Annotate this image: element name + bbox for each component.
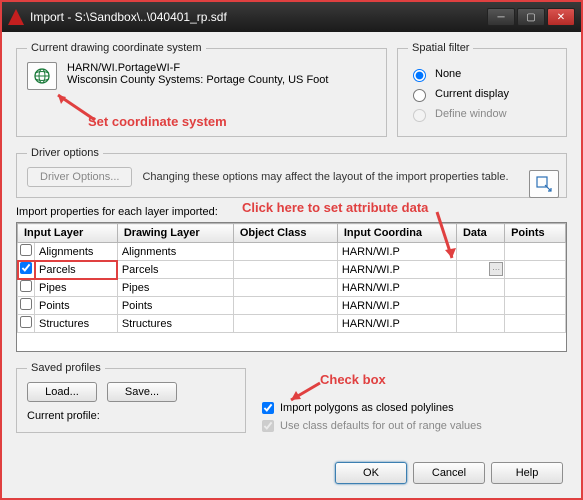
cell-data[interactable]	[456, 243, 504, 261]
driver-options-button: Driver Options...	[27, 167, 132, 187]
cell-object-class[interactable]	[233, 279, 337, 297]
col-object-class[interactable]: Object Class	[233, 224, 337, 243]
layer-checkbox[interactable]	[20, 262, 32, 274]
col-drawing-layer[interactable]: Drawing Layer	[117, 224, 233, 243]
table-row[interactable]: PipesPipes HARN/WI.P	[18, 279, 566, 297]
layer-table: Input Layer Drawing Layer Object Class I…	[16, 222, 567, 352]
layer-checkbox[interactable]	[20, 244, 32, 256]
saved-profiles-legend: Saved profiles	[27, 362, 105, 374]
table-row[interactable]: StructuresStructures HARN/WI.P	[18, 315, 566, 333]
cell-input-layer[interactable]: Pipes	[35, 279, 118, 297]
class-defaults-label: Use class defaults for out of range valu…	[280, 420, 482, 432]
maximize-button[interactable]: ▢	[517, 8, 545, 26]
col-input-coord[interactable]: Input Coordina	[337, 224, 456, 243]
cell-input-layer[interactable]: Alignments	[35, 243, 118, 261]
table-row[interactable]: PointsPoints HARN/WI.P	[18, 297, 566, 315]
cell-input-coord[interactable]: HARN/WI.P	[337, 297, 456, 315]
window-title: Import - S:\Sandbox\..\040401_rp.sdf	[30, 10, 487, 24]
spatial-current-radio[interactable]	[413, 89, 426, 102]
current-profile-label: Current profile:	[27, 410, 100, 422]
saved-profiles-group: Saved profiles Load... Save... Current p…	[16, 362, 246, 433]
import-polygons-checkbox[interactable]	[262, 402, 274, 414]
globe-icon	[33, 67, 51, 85]
coordinate-system-description: Wisconsin County Systems: Portage County…	[67, 74, 328, 86]
cell-points[interactable]	[505, 297, 566, 315]
selection-window-icon	[535, 175, 553, 193]
col-data[interactable]: Data	[456, 224, 504, 243]
table-row[interactable]: ParcelsParcels HARN/WI.P ⋯	[18, 261, 566, 279]
coordinate-system-code: HARN/WI.PortageWI-F	[67, 62, 328, 74]
cell-object-class[interactable]	[233, 243, 337, 261]
import-properties-label: Import properties for each layer importe…	[16, 206, 567, 218]
cell-input-layer[interactable]: Parcels	[35, 261, 118, 279]
coordinate-system-group: Current drawing coordinate system HARN/W…	[16, 42, 387, 137]
minimize-button[interactable]: ─	[487, 8, 515, 26]
class-defaults-checkbox	[262, 420, 274, 432]
cell-input-coord[interactable]: HARN/WI.P	[337, 315, 456, 333]
col-input-layer[interactable]: Input Layer	[18, 224, 118, 243]
spatial-current-label: Current display	[435, 88, 509, 100]
spatial-none-label: None	[435, 68, 461, 80]
import-polygons-label: Import polygons as closed polylines	[280, 402, 454, 414]
cell-input-coord[interactable]: HARN/WI.P	[337, 261, 456, 279]
spatial-define-radio	[413, 109, 426, 122]
spatial-define-label: Define window	[435, 108, 507, 120]
driver-options-text: Changing these options may affect the la…	[142, 171, 556, 183]
layer-checkbox[interactable]	[20, 316, 32, 328]
cell-object-class[interactable]	[233, 315, 337, 333]
spatial-filter-group: Spatial filter None Current display Defi…	[397, 42, 567, 137]
cell-input-coord[interactable]: HARN/WI.P	[337, 279, 456, 297]
spatial-filter-legend: Spatial filter	[408, 42, 473, 54]
table-row[interactable]: AlignmentsAlignments HARN/WI.P	[18, 243, 566, 261]
cell-drawing-layer[interactable]: Points	[117, 297, 233, 315]
ok-button[interactable]: OK	[335, 462, 407, 484]
driver-options-group: Driver options Driver Options... Changin…	[16, 147, 567, 198]
cell-data[interactable]	[456, 315, 504, 333]
cell-drawing-layer[interactable]: Parcels	[117, 261, 233, 279]
cell-drawing-layer[interactable]: Alignments	[117, 243, 233, 261]
app-icon	[8, 9, 24, 25]
col-points[interactable]: Points	[505, 224, 566, 243]
data-ellipsis-button[interactable]: ⋯	[489, 262, 503, 276]
cell-input-coord[interactable]: HARN/WI.P	[337, 243, 456, 261]
cell-points[interactable]	[505, 243, 566, 261]
cell-object-class[interactable]	[233, 261, 337, 279]
driver-options-legend: Driver options	[27, 147, 103, 159]
cell-points[interactable]	[505, 261, 566, 279]
save-profile-button[interactable]: Save...	[107, 382, 177, 402]
set-coordinate-system-button[interactable]	[27, 62, 57, 90]
cell-points[interactable]	[505, 315, 566, 333]
help-button[interactable]: Help	[491, 462, 563, 484]
cell-data[interactable]: ⋯	[456, 261, 504, 279]
cell-drawing-layer[interactable]: Structures	[117, 315, 233, 333]
cell-drawing-layer[interactable]: Pipes	[117, 279, 233, 297]
spatial-none-radio[interactable]	[413, 69, 426, 82]
cancel-button[interactable]: Cancel	[413, 462, 485, 484]
cell-input-layer[interactable]: Structures	[35, 315, 118, 333]
layer-checkbox[interactable]	[20, 298, 32, 310]
cell-points[interactable]	[505, 279, 566, 297]
titlebar: Import - S:\Sandbox\..\040401_rp.sdf ─ ▢…	[2, 2, 581, 32]
define-window-button[interactable]	[529, 170, 559, 198]
layer-checkbox[interactable]	[20, 280, 32, 292]
cell-data[interactable]	[456, 279, 504, 297]
cell-input-layer[interactable]: Points	[35, 297, 118, 315]
cell-object-class[interactable]	[233, 297, 337, 315]
close-button[interactable]: ✕	[547, 8, 575, 26]
cell-data[interactable]	[456, 297, 504, 315]
coordinate-system-legend: Current drawing coordinate system	[27, 42, 206, 54]
load-profile-button[interactable]: Load...	[27, 382, 97, 402]
